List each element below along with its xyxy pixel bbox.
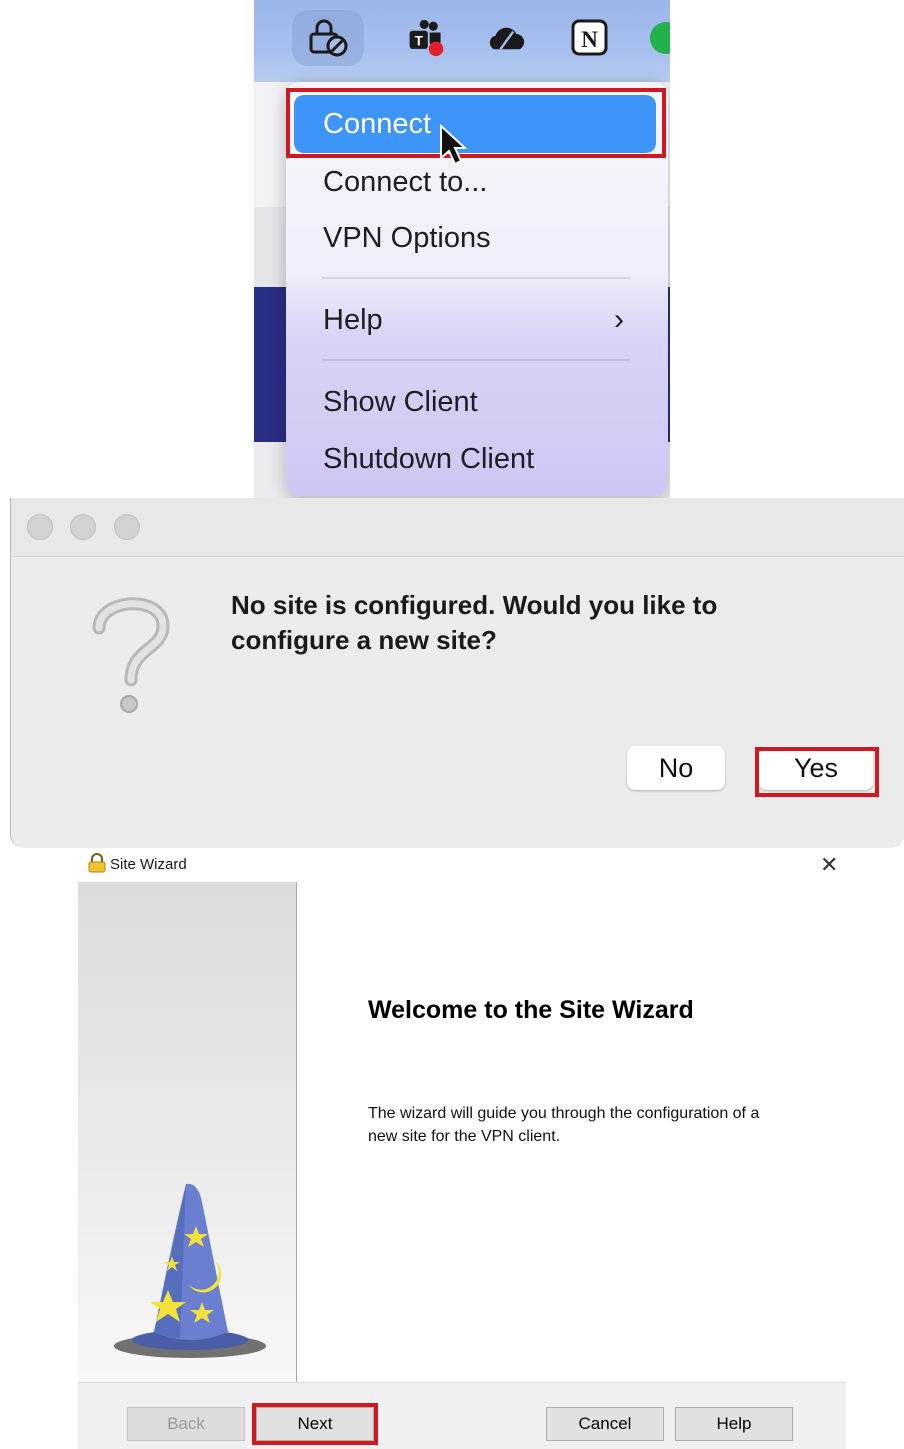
notion-icon[interactable]: N [570,18,610,58]
menu-item-label: Help [323,304,383,336]
wizard-hat-icon [114,1183,266,1358]
highlight-box-yes [755,747,879,797]
menu-item-label: Connect to... [323,166,488,198]
question-mark-icon [92,597,170,713]
site-wizard-window: Site Wizard ✕ Welcome to the Site Wizard… [78,848,846,1449]
menu-bar: T N [254,0,670,82]
menu-separator [322,359,630,361]
menu-bar-screenshot: T N Connect Connect to... VPN Options He… [254,0,670,498]
dialog-message: No site is configured. Would you like to… [231,590,718,655]
cancel-button[interactable]: Cancel [546,1407,664,1441]
wizard-heading: Welcome to the Site Wizard [368,996,694,1024]
button-label: Cancel [578,1414,632,1433]
menu-item-help[interactable]: Help › [294,291,656,349]
lock-icon [88,853,106,873]
menu-item-connect-to[interactable]: Connect to... [294,153,656,211]
highlight-box-next [252,1403,378,1445]
button-label: Back [167,1414,205,1433]
help-button[interactable]: Help [675,1407,793,1441]
menu-item-show-client[interactable]: Show Client [294,373,656,431]
svg-text:T: T [415,33,424,48]
close-icon[interactable]: ✕ [820,852,838,878]
wizard-side-panel [78,882,297,1382]
configure-site-dialog: No site is configured. Would you like to… [10,498,904,848]
svg-text:N: N [581,27,598,52]
wizard-description: The wizard will guide you through the co… [368,1105,760,1145]
back-button[interactable]: Back [127,1407,245,1441]
highlight-box-connect [286,88,666,158]
cloud-icon[interactable] [486,18,526,58]
close-window-button[interactable] [27,514,53,540]
menu-item-vpn-options[interactable]: VPN Options [294,209,656,267]
no-button[interactable]: No [627,746,725,790]
mouse-cursor-icon [440,124,468,166]
teams-icon[interactable]: T [406,18,446,58]
vpn-lock-icon[interactable] [292,10,364,66]
wizard-button-bar: Back Next Cancel Help [78,1382,846,1449]
window-title: Site Wizard [110,856,187,873]
button-label: Help [716,1414,752,1433]
menu-separator [322,277,630,279]
menu-item-label: VPN Options [323,222,491,254]
chevron-right-icon: › [614,303,624,336]
menu-item-shutdown-client[interactable]: Shutdown Client [294,430,656,488]
dialog-titlebar [11,498,904,557]
line-icon[interactable] [646,18,670,58]
zoom-window-button[interactable] [114,514,140,540]
minimize-window-button[interactable] [70,514,96,540]
menu-item-label: Show Client [323,386,478,418]
button-label: No [658,752,694,783]
menu-item-label: Shutdown Client [323,443,535,475]
